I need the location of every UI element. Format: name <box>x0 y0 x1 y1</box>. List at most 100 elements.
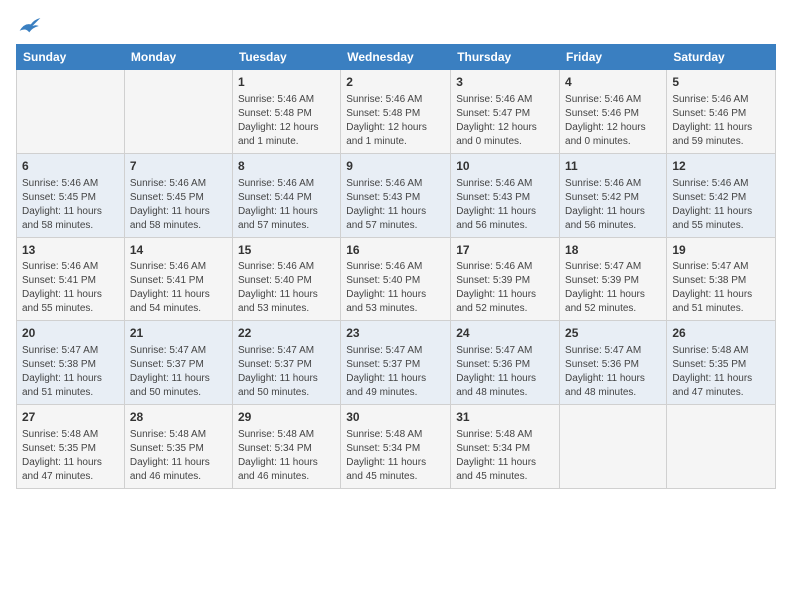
calendar-cell: 6 Sunrise: 5:46 AM Sunset: 5:45 PM Daylig… <box>17 153 125 237</box>
day-number: 25 <box>565 325 661 342</box>
day-number: 23 <box>346 325 445 342</box>
day-number: 6 <box>22 158 119 175</box>
day-number: 15 <box>238 242 335 259</box>
calendar-cell: 29 Sunrise: 5:48 AM Sunset: 5:34 PM Dayli… <box>232 405 340 489</box>
calendar-cell: 25 Sunrise: 5:47 AM Sunset: 5:36 PM Dayli… <box>560 321 667 405</box>
day-number: 31 <box>456 409 554 426</box>
day-number: 11 <box>565 158 661 175</box>
day-number: 7 <box>130 158 227 175</box>
calendar-cell: 16Sunrise: 5:46 AM Sunset: 5:40 PM Dayli… <box>341 237 451 321</box>
day-info: Sunrise: 5:46 AM Sunset: 5:42 PM Dayligh… <box>565 177 661 233</box>
calendar-cell: 24 Sunrise: 5:47 AM Sunset: 5:36 PM Dayli… <box>451 321 560 405</box>
day-info: Sunrise: 5:47 AM Sunset: 5:36 PM Dayligh… <box>456 344 554 400</box>
day-info: Sunrise: 5:47 AM Sunset: 5:39 PM Dayligh… <box>565 260 661 316</box>
calendar-week-row: 20Sunrise: 5:47 AM Sunset: 5:38 PM Dayli… <box>17 321 776 405</box>
day-number: 18 <box>565 242 661 259</box>
day-number: 19 <box>672 242 770 259</box>
calendar-cell: 19Sunrise: 5:47 AM Sunset: 5:38 PM Dayli… <box>667 237 776 321</box>
day-number: 27 <box>22 409 119 426</box>
page-header <box>16 16 776 36</box>
day-info: Sunrise: 5:48 AM Sunset: 5:34 PM Dayligh… <box>238 428 335 484</box>
calendar-cell: 11 Sunrise: 5:46 AM Sunset: 5:42 PM Dayli… <box>560 153 667 237</box>
day-number: 1 <box>238 74 335 91</box>
header-tuesday: Tuesday <box>232 45 340 70</box>
day-info: Sunrise: 5:46 AM Sunset: 5:45 PM Dayligh… <box>130 177 227 233</box>
calendar-cell <box>17 70 125 154</box>
day-info: Sunrise: 5:46 AM Sunset: 5:45 PM Dayligh… <box>22 177 119 233</box>
day-number: 24 <box>456 325 554 342</box>
day-info: Sunrise: 5:47 AM Sunset: 5:38 PM Dayligh… <box>22 344 119 400</box>
header-wednesday: Wednesday <box>341 45 451 70</box>
calendar-week-row: 1 Sunrise: 5:46 AM Sunset: 5:48 PM Daylig… <box>17 70 776 154</box>
day-number: 2 <box>346 74 445 91</box>
calendar-cell: 14Sunrise: 5:46 AM Sunset: 5:41 PM Dayli… <box>124 237 232 321</box>
calendar-cell <box>667 405 776 489</box>
header-sunday: Sunday <box>17 45 125 70</box>
day-number: 9 <box>346 158 445 175</box>
day-number: 4 <box>565 74 661 91</box>
calendar-cell: 30Sunrise: 5:48 AM Sunset: 5:34 PM Dayli… <box>341 405 451 489</box>
calendar-header-row: SundayMondayTuesdayWednesdayThursdayFrid… <box>17 45 776 70</box>
day-info: Sunrise: 5:46 AM Sunset: 5:41 PM Dayligh… <box>22 260 119 316</box>
calendar-cell <box>560 405 667 489</box>
day-number: 14 <box>130 242 227 259</box>
header-friday: Friday <box>560 45 667 70</box>
calendar-cell: 21 Sunrise: 5:47 AM Sunset: 5:37 PM Dayli… <box>124 321 232 405</box>
calendar-cell: 9 Sunrise: 5:46 AM Sunset: 5:43 PM Daylig… <box>341 153 451 237</box>
calendar-week-row: 6 Sunrise: 5:46 AM Sunset: 5:45 PM Daylig… <box>17 153 776 237</box>
day-info: Sunrise: 5:46 AM Sunset: 5:39 PM Dayligh… <box>456 260 554 316</box>
day-number: 26 <box>672 325 770 342</box>
calendar-cell: 10Sunrise: 5:46 AM Sunset: 5:43 PM Dayli… <box>451 153 560 237</box>
calendar-cell: 23 Sunrise: 5:47 AM Sunset: 5:37 PM Dayli… <box>341 321 451 405</box>
calendar-week-row: 13Sunrise: 5:46 AM Sunset: 5:41 PM Dayli… <box>17 237 776 321</box>
logo <box>16 16 42 36</box>
calendar-cell: 28Sunrise: 5:48 AM Sunset: 5:35 PM Dayli… <box>124 405 232 489</box>
day-info: Sunrise: 5:46 AM Sunset: 5:43 PM Dayligh… <box>346 177 445 233</box>
calendar-cell: 4 Sunrise: 5:46 AM Sunset: 5:46 PM Daylig… <box>560 70 667 154</box>
day-info: Sunrise: 5:46 AM Sunset: 5:41 PM Dayligh… <box>130 260 227 316</box>
day-info: Sunrise: 5:46 AM Sunset: 5:40 PM Dayligh… <box>346 260 445 316</box>
day-info: Sunrise: 5:48 AM Sunset: 5:34 PM Dayligh… <box>456 428 554 484</box>
day-info: Sunrise: 5:47 AM Sunset: 5:36 PM Dayligh… <box>565 344 661 400</box>
day-number: 30 <box>346 409 445 426</box>
day-info: Sunrise: 5:46 AM Sunset: 5:44 PM Dayligh… <box>238 177 335 233</box>
day-info: Sunrise: 5:47 AM Sunset: 5:37 PM Dayligh… <box>130 344 227 400</box>
header-saturday: Saturday <box>667 45 776 70</box>
day-number: 13 <box>22 242 119 259</box>
calendar-week-row: 27Sunrise: 5:48 AM Sunset: 5:35 PM Dayli… <box>17 405 776 489</box>
day-number: 3 <box>456 74 554 91</box>
calendar-cell: 22Sunrise: 5:47 AM Sunset: 5:37 PM Dayli… <box>232 321 340 405</box>
header-thursday: Thursday <box>451 45 560 70</box>
calendar-cell: 15Sunrise: 5:46 AM Sunset: 5:40 PM Dayli… <box>232 237 340 321</box>
day-info: Sunrise: 5:47 AM Sunset: 5:37 PM Dayligh… <box>238 344 335 400</box>
day-info: Sunrise: 5:46 AM Sunset: 5:46 PM Dayligh… <box>565 93 661 149</box>
calendar-cell: 27Sunrise: 5:48 AM Sunset: 5:35 PM Dayli… <box>17 405 125 489</box>
day-info: Sunrise: 5:46 AM Sunset: 5:46 PM Dayligh… <box>672 93 770 149</box>
day-info: Sunrise: 5:48 AM Sunset: 5:35 PM Dayligh… <box>672 344 770 400</box>
day-number: 29 <box>238 409 335 426</box>
calendar-cell: 8 Sunrise: 5:46 AM Sunset: 5:44 PM Daylig… <box>232 153 340 237</box>
day-info: Sunrise: 5:47 AM Sunset: 5:37 PM Dayligh… <box>346 344 445 400</box>
calendar-table: SundayMondayTuesdayWednesdayThursdayFrid… <box>16 44 776 489</box>
calendar-cell: 20Sunrise: 5:47 AM Sunset: 5:38 PM Dayli… <box>17 321 125 405</box>
logo-bird-icon <box>18 16 42 36</box>
day-info: Sunrise: 5:46 AM Sunset: 5:43 PM Dayligh… <box>456 177 554 233</box>
calendar-cell: 12 Sunrise: 5:46 AM Sunset: 5:42 PM Dayli… <box>667 153 776 237</box>
day-number: 17 <box>456 242 554 259</box>
day-info: Sunrise: 5:47 AM Sunset: 5:38 PM Dayligh… <box>672 260 770 316</box>
day-number: 8 <box>238 158 335 175</box>
day-info: Sunrise: 5:46 AM Sunset: 5:48 PM Dayligh… <box>238 93 335 149</box>
day-number: 12 <box>672 158 770 175</box>
calendar-cell: 26 Sunrise: 5:48 AM Sunset: 5:35 PM Dayli… <box>667 321 776 405</box>
day-number: 28 <box>130 409 227 426</box>
calendar-cell <box>124 70 232 154</box>
day-info: Sunrise: 5:46 AM Sunset: 5:42 PM Dayligh… <box>672 177 770 233</box>
calendar-cell: 1 Sunrise: 5:46 AM Sunset: 5:48 PM Daylig… <box>232 70 340 154</box>
day-info: Sunrise: 5:46 AM Sunset: 5:48 PM Dayligh… <box>346 93 445 149</box>
day-number: 5 <box>672 74 770 91</box>
day-info: Sunrise: 5:46 AM Sunset: 5:47 PM Dayligh… <box>456 93 554 149</box>
day-info: Sunrise: 5:46 AM Sunset: 5:40 PM Dayligh… <box>238 260 335 316</box>
calendar-cell: 3 Sunrise: 5:46 AM Sunset: 5:47 PM Daylig… <box>451 70 560 154</box>
day-number: 16 <box>346 242 445 259</box>
day-number: 21 <box>130 325 227 342</box>
